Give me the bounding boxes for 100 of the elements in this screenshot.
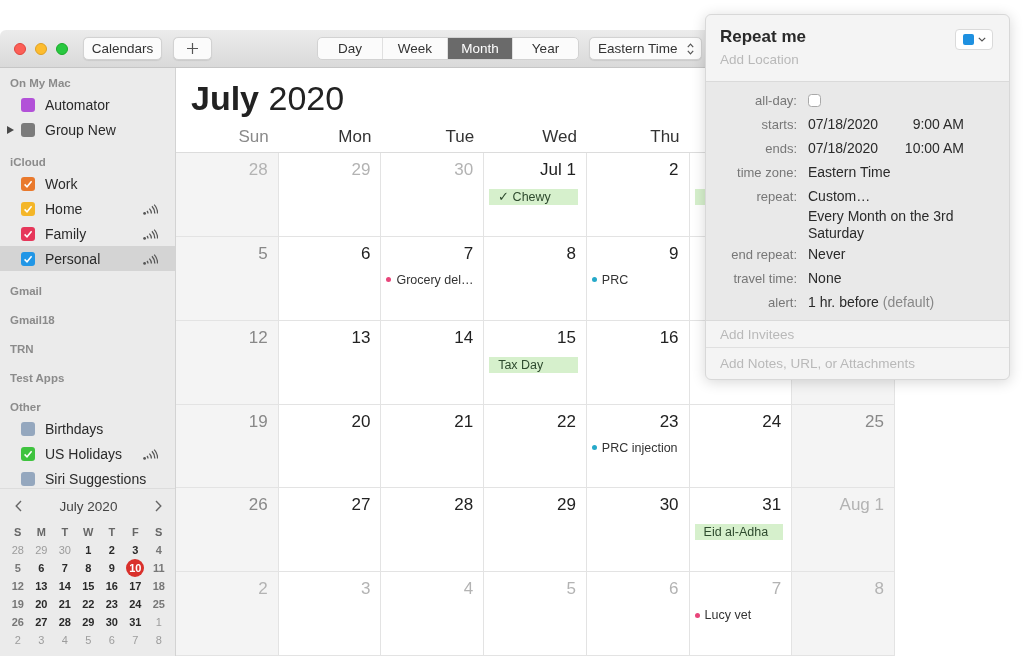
mini-day[interactable]: 12 <box>8 577 27 595</box>
mini-day[interactable]: 23 <box>102 595 121 613</box>
view-tab[interactable]: Month <box>448 38 513 59</box>
mini-day[interactable]: 16 <box>102 577 121 595</box>
field-value[interactable]: Every Month on the 3rd Saturday <box>808 208 973 242</box>
calendar-checkbox[interactable] <box>21 201 35 216</box>
mini-day[interactable]: 1 <box>79 541 98 559</box>
calendar-checkbox[interactable] <box>21 176 35 191</box>
day-cell[interactable]: 21 <box>381 404 485 489</box>
event-title[interactable]: PRC injection <box>601 440 678 455</box>
event-bar[interactable]: Tax Day <box>489 356 578 373</box>
add-button[interactable] <box>173 37 212 60</box>
invitees-field[interactable]: Add Invitees <box>720 325 880 344</box>
event-title[interactable]: Repeat me <box>720 26 806 48</box>
zoom-icon[interactable] <box>56 42 68 55</box>
mini-day[interactable]: 2 <box>102 541 121 559</box>
day-cell[interactable]: 24 <box>689 404 793 489</box>
calendar-item[interactable]: Family <box>0 221 175 246</box>
mini-day[interactable]: 26 <box>8 613 27 631</box>
event-title[interactable]: Lucy vet <box>704 608 752 623</box>
calendar-checkbox[interactable] <box>21 122 35 137</box>
day-cell[interactable]: 15 Tax Day <box>484 320 587 405</box>
mini-day[interactable]: 19 <box>8 595 27 613</box>
notes-field[interactable]: Add Notes, URL, or Attachments <box>720 354 980 373</box>
calendar-item[interactable]: Group New <box>0 117 175 142</box>
mini-day[interactable]: 4 <box>149 541 168 559</box>
chevron-left-icon[interactable] <box>15 500 22 512</box>
mini-day[interactable]: 15 <box>79 577 98 595</box>
day-cell[interactable]: 7 Grocery del… <box>381 236 485 321</box>
day-cell[interactable]: 31 Eid al-Adha <box>689 488 793 573</box>
day-cell[interactable]: 7 Lucy vet <box>689 572 793 656</box>
field-value[interactable]: None <box>808 266 842 290</box>
view-tab[interactable]: Day <box>318 38 383 59</box>
calendar-checkbox[interactable] <box>21 471 35 486</box>
day-cell[interactable]: 23 PRC injection <box>586 404 690 489</box>
mini-day[interactable]: 25 <box>149 595 168 613</box>
calendar-item[interactable]: Siri Suggestions <box>0 466 175 488</box>
mini-day[interactable]: 30 <box>102 613 121 631</box>
event-bar[interactable]: ✓ Chewy <box>489 189 578 205</box>
mini-day[interactable]: 17 <box>126 577 145 595</box>
mini-day[interactable]: 13 <box>32 577 51 595</box>
calendar-color-button[interactable] <box>955 29 993 50</box>
day-cell[interactable]: 28 <box>381 488 485 573</box>
field-value[interactable]: Never <box>808 242 846 266</box>
calendar-item[interactable]: US Holidays <box>0 441 175 466</box>
day-cell[interactable]: 6 <box>278 236 382 321</box>
chevron-right-icon[interactable] <box>155 500 162 512</box>
time-value[interactable]: 9:00 AM <box>912 112 964 136</box>
mini-day[interactable]: 21 <box>55 595 74 613</box>
calendar-item[interactable]: Personal <box>0 246 175 271</box>
mini-day[interactable]: 9 <box>102 559 121 577</box>
view-tab[interactable]: Year <box>513 38 578 59</box>
calendars-button[interactable]: Calendars <box>83 37 162 60</box>
close-icon[interactable] <box>14 42 26 55</box>
calendar-item[interactable]: Home <box>0 196 175 221</box>
mini-day[interactable]: 10 <box>126 559 145 577</box>
mini-day[interactable]: 3 <box>126 541 145 559</box>
mini-day[interactable]: 5 <box>8 559 27 577</box>
field-value[interactable]: Eastern Time <box>808 160 891 184</box>
mini-day[interactable]: 29 <box>79 613 98 631</box>
location-field[interactable]: Add Location <box>720 50 880 68</box>
day-cell[interactable]: 2 <box>586 153 690 237</box>
calendar-item[interactable]: Work <box>0 171 175 196</box>
calendar-checkbox[interactable] <box>21 97 35 112</box>
mini-day[interactable]: 8 <box>79 559 98 577</box>
calendar-checkbox[interactable] <box>21 226 35 241</box>
day-cell[interactable]: 13 <box>278 320 382 405</box>
disclosure-triangle-icon[interactable] <box>7 125 14 134</box>
time-zone-select[interactable]: Eastern Time <box>589 37 702 60</box>
calendar-checkbox[interactable] <box>21 251 35 266</box>
mini-day[interactable]: 11 <box>149 559 168 577</box>
minimize-icon[interactable] <box>35 42 47 55</box>
field-value[interactable]: Custom… <box>808 184 871 208</box>
mini-day[interactable]: 22 <box>79 595 98 613</box>
all-day-checkbox[interactable] <box>808 93 821 107</box>
day-cell[interactable]: 16 <box>586 320 690 405</box>
day-cell[interactable]: 20 <box>278 404 382 489</box>
mini-day[interactable]: 24 <box>126 595 145 613</box>
event-title[interactable]: PRC <box>601 272 629 287</box>
day-cell[interactable]: 14 <box>381 320 485 405</box>
mini-day[interactable]: 18 <box>149 577 168 595</box>
field-value[interactable]: 1 hr. before <box>808 290 879 314</box>
day-cell[interactable]: 9 PRC <box>586 236 690 321</box>
mini-day[interactable]: 27 <box>32 613 51 631</box>
day-cell[interactable]: 30 <box>586 488 690 573</box>
day-cell[interactable]: 8 <box>484 236 587 321</box>
date-value[interactable]: 07/18/2020 <box>808 136 879 160</box>
mini-day[interactable]: 31 <box>126 613 145 631</box>
calendar-checkbox[interactable] <box>21 446 35 461</box>
day-cell[interactable]: 22 <box>484 404 587 489</box>
mini-day[interactable]: 28 <box>55 613 74 631</box>
day-cell[interactable]: Jul 1 ✓ Chewy <box>484 153 587 237</box>
mini-day[interactable]: 7 <box>55 559 74 577</box>
day-cell[interactable]: 27 <box>278 488 382 573</box>
mini-day[interactable]: 20 <box>32 595 51 613</box>
event-bar[interactable]: Eid al-Adha <box>694 524 784 541</box>
calendar-item[interactable]: Automator <box>0 92 175 117</box>
date-value[interactable]: 07/18/2020 <box>808 112 879 136</box>
calendar-item[interactable]: Birthdays <box>0 416 175 441</box>
mini-day[interactable]: 14 <box>55 577 74 595</box>
